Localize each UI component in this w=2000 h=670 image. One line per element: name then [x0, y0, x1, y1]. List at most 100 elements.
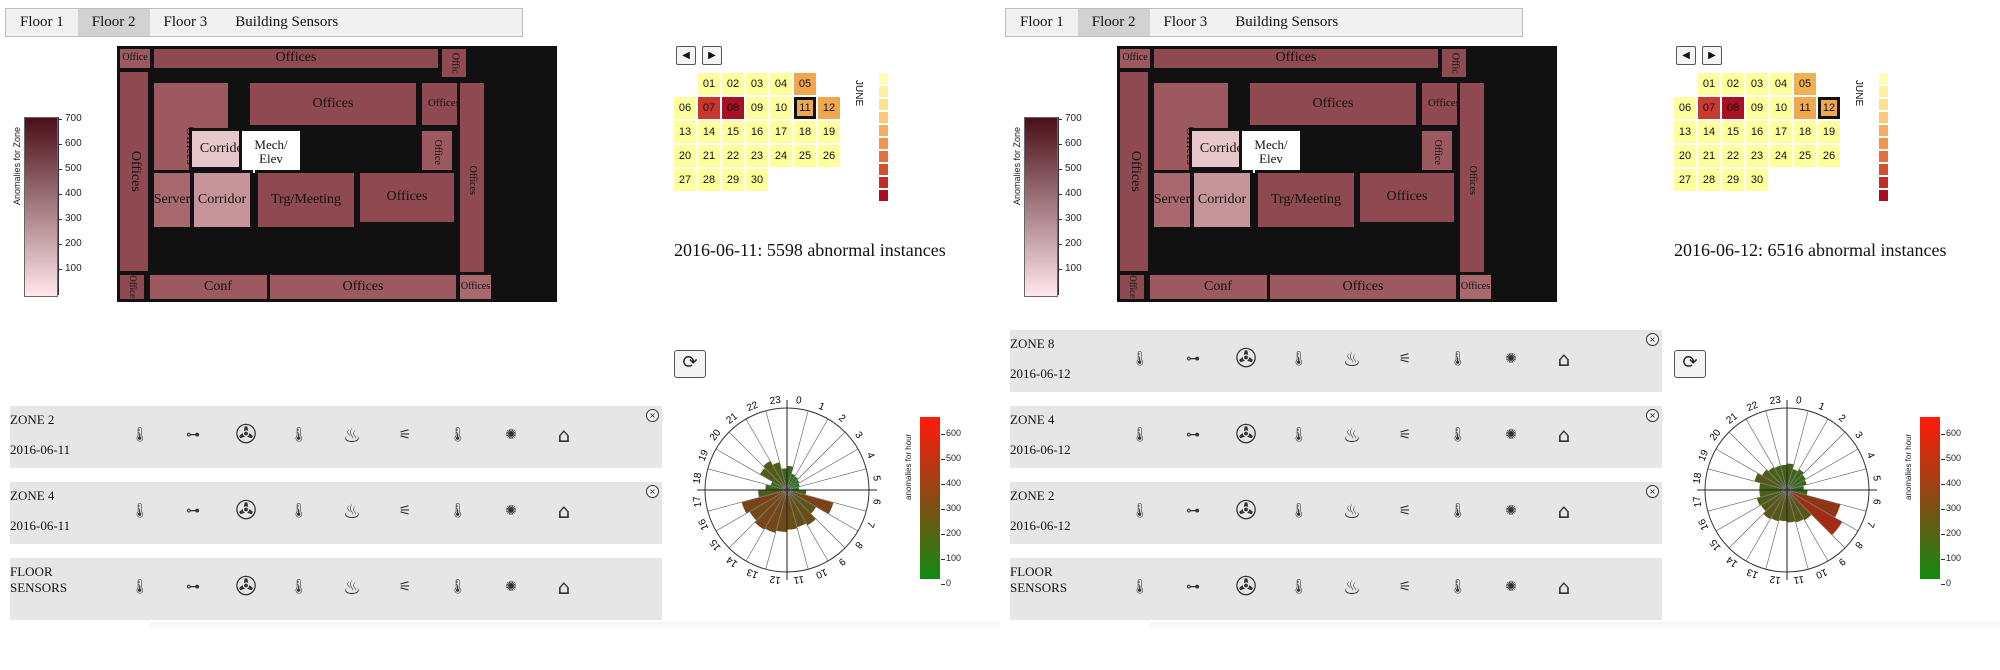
room-offices-br[interactable]: Offices: [1357, 170, 1457, 225]
room-office-tr[interactable]: Offic: [1439, 46, 1469, 80]
calendar-day[interactable]: 25: [1794, 145, 1816, 167]
room-office-v1[interactable]: Office: [1419, 128, 1455, 176]
calendar-day[interactable]: 29: [1722, 169, 1744, 191]
room-office-tl[interactable]: Office: [117, 46, 153, 71]
close-zone-button[interactable]: ×: [1646, 409, 1659, 422]
tab-floor-1[interactable]: Floor 1: [1006, 9, 1078, 36]
room-offices-br[interactable]: Offices: [357, 170, 457, 225]
calendar-day[interactable]: 20: [674, 145, 696, 167]
calendar-day[interactable]: 30: [746, 169, 768, 191]
ceiling-diffuser-icon[interactable]: ⌂: [546, 572, 582, 602]
temperature-icon[interactable]: 🌡: [281, 496, 317, 526]
thermometer-icon[interactable]: 🌡: [1122, 420, 1158, 450]
calendar-day[interactable]: 14: [1698, 121, 1720, 143]
calendar-day[interactable]: 06: [674, 97, 696, 119]
room-offices-brc[interactable]: Offices: [1457, 272, 1494, 302]
room-trg[interactable]: Trg/Meeting: [255, 170, 357, 230]
thermometer-icon[interactable]: 🌡: [122, 420, 158, 450]
damper-icon[interactable]: ⊶: [175, 420, 211, 450]
damper-icon[interactable]: ⊶: [175, 496, 211, 526]
calendar-day[interactable]: 21: [1698, 145, 1720, 167]
fan-icon[interactable]: ✺: [1493, 572, 1529, 602]
tab-floor-3[interactable]: Floor 3: [150, 9, 222, 36]
calendar-day[interactable]: 08: [722, 97, 744, 119]
calendar-day[interactable]: 28: [698, 169, 720, 191]
room-office-bl[interactable]: Office: [117, 272, 147, 302]
calendar-day[interactable]: 06: [1674, 97, 1696, 119]
fan-icon[interactable]: ✺: [493, 420, 529, 450]
calendar-day[interactable]: 26: [818, 145, 840, 167]
calendar-day[interactable]: 16: [746, 121, 768, 143]
damper-icon[interactable]: ⊶: [1175, 344, 1211, 374]
fan-coil-icon[interactable]: ✇: [228, 420, 264, 450]
calendar-day[interactable]: 24: [770, 145, 792, 167]
setpoint-icon[interactable]: 🌡: [1440, 496, 1476, 526]
calendar-day[interactable]: 18: [1794, 121, 1816, 143]
room-office-v1[interactable]: Office: [419, 128, 455, 176]
temperature-icon[interactable]: 🌡: [281, 572, 317, 602]
tab-floor-2[interactable]: Floor 2: [1077, 9, 1150, 36]
heater-icon[interactable]: ♨: [1334, 496, 1370, 526]
calendar-day[interactable]: 07: [698, 97, 720, 119]
room-trg[interactable]: Trg/Meeting: [1255, 170, 1357, 230]
room-offices-top[interactable]: Offices: [151, 46, 441, 71]
calendar-day[interactable]: 08: [1722, 97, 1744, 119]
fan-icon[interactable]: ✺: [493, 572, 529, 602]
temperature-icon[interactable]: 🌡: [1281, 420, 1317, 450]
ceiling-diffuser-icon[interactable]: ⌂: [1546, 420, 1582, 450]
damper-icon[interactable]: ⊶: [1175, 572, 1211, 602]
calendar-day[interactable]: 07: [1698, 97, 1720, 119]
tab-floor-1[interactable]: Floor 1: [6, 9, 78, 36]
calendar-day[interactable]: 16: [1746, 121, 1768, 143]
setpoint-icon[interactable]: 🌡: [1440, 572, 1476, 602]
calendar-day[interactable]: 04: [1770, 73, 1792, 95]
calendar-day[interactable]: 02: [722, 73, 744, 95]
heater-icon[interactable]: ♨: [1334, 420, 1370, 450]
room-mech[interactable]: Mech/ Elev: [1239, 128, 1303, 176]
calendar-day[interactable]: 12: [1818, 97, 1840, 119]
calendar-day[interactable]: 27: [1674, 169, 1696, 191]
setpoint-icon[interactable]: 🌡: [1440, 344, 1476, 374]
room-offices-left[interactable]: Offices: [1117, 69, 1151, 274]
calendar-day[interactable]: 22: [1722, 145, 1744, 167]
room-offices-top[interactable]: Offices: [1151, 46, 1441, 71]
heater-icon[interactable]: ♨: [1334, 344, 1370, 374]
calendar-day[interactable]: 12: [818, 97, 840, 119]
room-offices-right[interactable]: Offices: [1457, 80, 1487, 280]
tab-floor-2[interactable]: Floor 2: [77, 9, 150, 36]
calendar-day[interactable]: 17: [1770, 121, 1792, 143]
fan-coil-icon[interactable]: ✇: [228, 572, 264, 602]
calendar-day[interactable]: 03: [746, 73, 768, 95]
room-offices-mid[interactable]: Offices: [247, 80, 419, 128]
thermometer-icon[interactable]: 🌡: [122, 572, 158, 602]
calendar-day[interactable]: 23: [1746, 145, 1768, 167]
calendar-day[interactable]: 03: [1746, 73, 1768, 95]
damper-icon[interactable]: ⊶: [1175, 420, 1211, 450]
calendar-day[interactable]: 24: [1770, 145, 1792, 167]
calendar-day[interactable]: 15: [1722, 121, 1744, 143]
calendar-day[interactable]: 05: [1794, 73, 1816, 95]
calendar-day[interactable]: 18: [794, 121, 816, 143]
calendar-day[interactable]: 04: [770, 73, 792, 95]
thermometer-icon[interactable]: 🌡: [1122, 496, 1158, 526]
ceiling-diffuser-icon[interactable]: ⌂: [546, 420, 582, 450]
calendar-day[interactable]: 21: [698, 145, 720, 167]
calendar-day[interactable]: 01: [1698, 73, 1720, 95]
room-office-bl[interactable]: Office: [1117, 272, 1147, 302]
calendar-day[interactable]: 30: [1746, 169, 1768, 191]
thermometer-icon[interactable]: 🌡: [1122, 344, 1158, 374]
next-month-button[interactable]: ▶: [1702, 46, 1722, 65]
close-zone-button[interactable]: ×: [1646, 333, 1659, 346]
heater-icon[interactable]: ♨: [334, 572, 370, 602]
refresh-button[interactable]: ⟳: [1674, 350, 1706, 378]
ceiling-diffuser-icon[interactable]: ⌂: [546, 496, 582, 526]
close-zone-button[interactable]: ×: [646, 409, 659, 422]
thermometer-icon[interactable]: 🌡: [122, 496, 158, 526]
calendar-day[interactable]: 29: [722, 169, 744, 191]
calendar-day[interactable]: 27: [674, 169, 696, 191]
calendar-day[interactable]: 13: [1674, 121, 1696, 143]
room-server[interactable]: Server: [151, 170, 193, 230]
temperature-icon[interactable]: 🌡: [1281, 344, 1317, 374]
tab-building-sensors[interactable]: Building Sensors: [1221, 9, 1352, 36]
room-offices-brc[interactable]: Offices: [457, 272, 494, 302]
